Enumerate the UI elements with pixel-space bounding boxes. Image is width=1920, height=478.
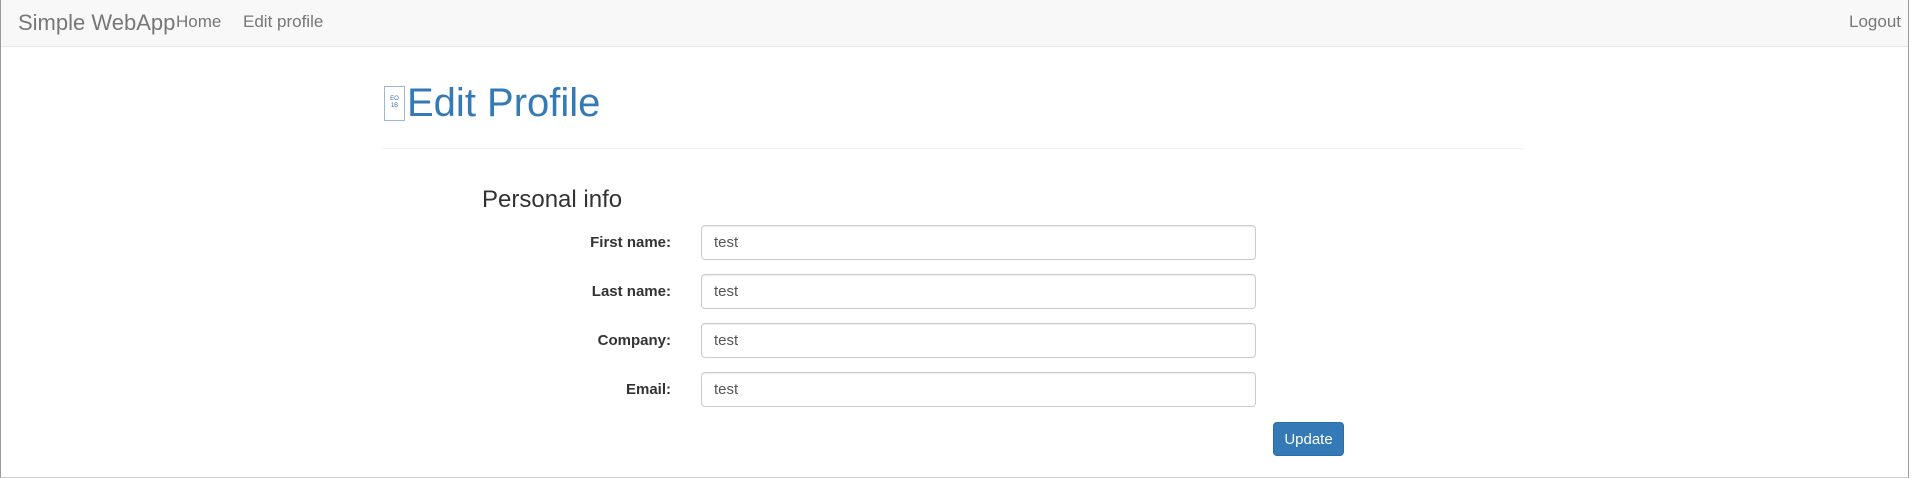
page-header: EO 1B Edit Profile <box>384 78 600 128</box>
email-label: Email: <box>625 381 671 398</box>
company-row: Company: <box>0 323 1920 358</box>
email-input[interactable] <box>701 372 1256 407</box>
first-name-label: First name: <box>590 234 671 251</box>
broken-image-icon: EO 1B <box>384 85 405 121</box>
page-title: Edit Profile <box>407 81 601 125</box>
first-name-row: First name: <box>0 225 1920 260</box>
last-name-input[interactable] <box>701 274 1256 309</box>
icon-glyph-bottom: 1B <box>390 103 399 109</box>
update-button[interactable]: Update <box>1273 422 1344 456</box>
company-input[interactable] <box>701 323 1256 358</box>
nav-home-link[interactable]: Home <box>176 12 221 32</box>
header-divider <box>383 148 1524 149</box>
company-label: Company: <box>597 332 671 349</box>
email-row: Email: <box>0 372 1920 407</box>
brand-link[interactable]: Simple WebApp <box>18 10 175 36</box>
section-title: Personal info <box>482 186 623 213</box>
last-name-row: Last name: <box>0 274 1920 309</box>
nav-edit-profile-link[interactable]: Edit profile <box>243 12 323 32</box>
icon-glyph-top: EO <box>390 96 399 102</box>
last-name-label: Last name: <box>591 283 671 300</box>
navbar: Simple WebApp Home Edit profile Logout <box>1 0 1908 47</box>
first-name-input[interactable] <box>701 225 1256 260</box>
nav-logout-link[interactable]: Logout <box>1849 12 1901 32</box>
